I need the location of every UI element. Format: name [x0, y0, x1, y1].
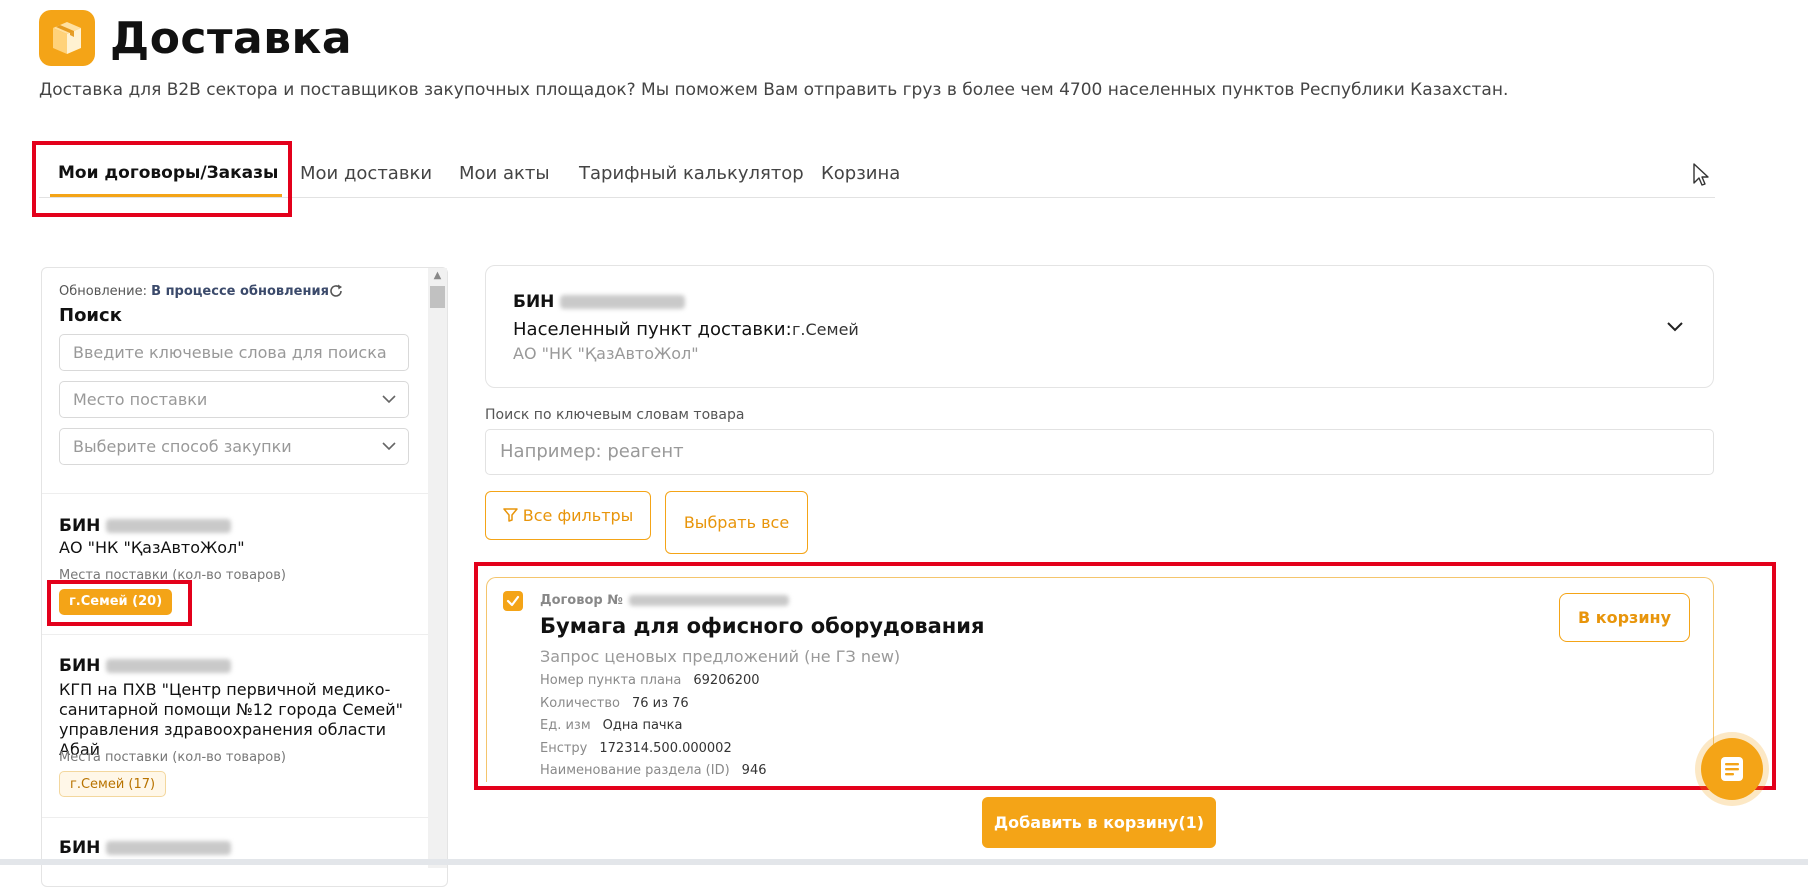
place-chip-semey[interactable]: г.Семей (17): [59, 771, 167, 797]
sidebar-scrollbar[interactable]: [428, 268, 447, 868]
contract-bin: БИН: [513, 292, 686, 312]
keyword-search-input[interactable]: Например: реагент: [485, 429, 1714, 475]
tab-my-acts[interactable]: Мои акты: [459, 163, 550, 184]
customer-org-name[interactable]: АО "НК "ҚазАвтоЖол": [59, 538, 245, 558]
sidebar-divider: [42, 817, 428, 818]
filter-icon: [502, 508, 518, 522]
chat-button[interactable]: [1701, 738, 1763, 800]
page-subtitle: Доставка для B2B сектора и поставщиков з…: [39, 80, 1509, 100]
chevron-down-icon: [382, 442, 396, 451]
highlight-box-item: [474, 562, 1776, 790]
places-label: Места поставки (кол-во товаров): [59, 750, 286, 765]
bin-label: БИН: [513, 292, 555, 312]
search-title: Поиск: [59, 305, 122, 326]
scrollbar-thumb[interactable]: [430, 286, 445, 308]
bin-label: БИН: [59, 656, 101, 676]
tab-cart[interactable]: Корзина: [821, 163, 900, 184]
blurred-bin: [560, 295, 686, 309]
blurred-bin: [106, 519, 232, 533]
place-placeholder: Место поставки: [73, 390, 208, 409]
customer-bin: БИН: [59, 656, 232, 676]
customer-org-name[interactable]: КГП на ПХВ "Центр первичной медико-санит…: [59, 680, 414, 760]
expand-chevron-icon[interactable]: [1666, 318, 1684, 337]
delivery-city-value: г.Семей: [792, 320, 859, 339]
delivery-place-select[interactable]: Место поставки: [59, 381, 409, 418]
contract-org-name: АО "НК "ҚазАвтоЖол": [513, 344, 699, 363]
purchase-method-select[interactable]: Выберите способ закупки: [59, 428, 409, 465]
keyword-search-placeholder: Например: реагент: [500, 441, 684, 462]
blurred-bin: [106, 841, 232, 855]
page-title: Доставка: [110, 13, 353, 64]
logo-box-icon: [39, 10, 95, 66]
update-status: Обновление: В процессе обновления: [59, 284, 329, 299]
tab-my-deliveries[interactable]: Мои доставки: [300, 163, 432, 184]
window-bottom-bar: [0, 859, 1808, 865]
sidebar-divider: [42, 493, 428, 494]
delivery-city-label: Населенный пункт доставки:: [513, 319, 792, 340]
tab-tariff-calculator[interactable]: Тарифный калькулятор: [579, 163, 804, 184]
search-input[interactable]: Введите ключевые слова для поиска: [59, 334, 409, 371]
search-placeholder: Введите ключевые слова для поиска: [73, 343, 387, 362]
highlight-box-chip: [47, 580, 192, 626]
all-filters-label: Все фильтры: [522, 506, 634, 525]
all-filters-button[interactable]: Все фильтры: [485, 491, 651, 540]
highlight-box-tab: [32, 141, 292, 217]
customer-bin: БИН: [59, 516, 232, 536]
customer-bin: БИН: [59, 838, 232, 858]
bin-label: БИН: [59, 838, 101, 858]
update-label: Обновление:: [59, 284, 147, 299]
chevron-down-icon: [382, 395, 396, 404]
keyword-search-label: Поиск по ключевым словам товара: [485, 407, 745, 423]
cursor-icon: [1692, 162, 1710, 192]
select-all-button[interactable]: Выбрать все: [665, 491, 808, 554]
bin-label: БИН: [59, 516, 101, 536]
chat-icon: [1721, 757, 1743, 781]
method-placeholder: Выберите способ закупки: [73, 437, 292, 456]
scroll-up-arrow-icon[interactable]: ▲: [428, 268, 447, 284]
update-status-value: В процессе обновления: [151, 284, 329, 299]
add-to-cart-button[interactable]: Добавить в корзину(1): [982, 797, 1216, 848]
refresh-icon[interactable]: [328, 283, 344, 299]
sidebar-divider: [42, 634, 428, 635]
blurred-bin: [106, 659, 232, 673]
